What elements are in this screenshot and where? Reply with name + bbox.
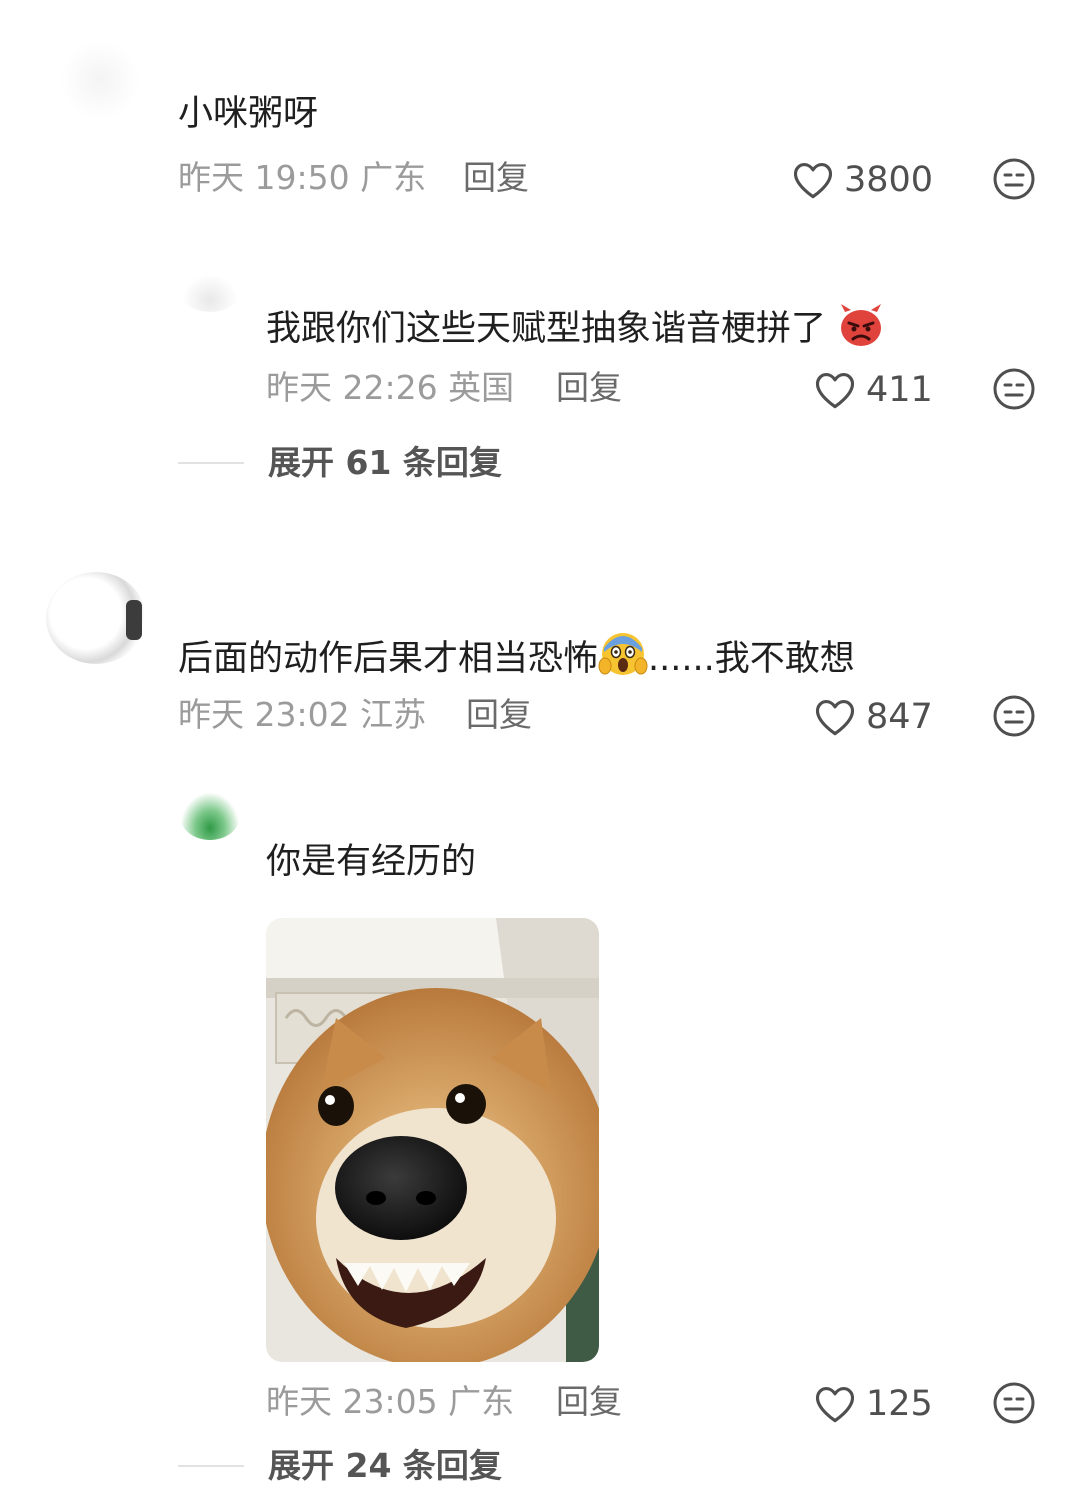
dislike-face-icon[interactable] — [992, 1381, 1036, 1425]
like-count: 847 — [866, 697, 933, 737]
avatar-accent — [126, 600, 142, 640]
grinning-dog-photo[interactable] — [266, 918, 599, 1362]
comment-time: 昨天 19:50 — [178, 158, 350, 197]
comment-text: 小咪粥呀 — [178, 94, 319, 134]
comment-text-tail: ......我不敢想 — [648, 639, 855, 679]
comment-text: 后面的动作后果才相当恐怖 — [178, 639, 599, 679]
heart-icon — [815, 700, 855, 736]
comment-location: 广东 — [448, 1382, 515, 1421]
like-count: 411 — [866, 370, 933, 410]
expand-replies-button[interactable]: 展开 61 条回复 — [178, 443, 502, 483]
dislike-face-icon[interactable] — [992, 157, 1036, 201]
comment-meta: 昨天 19:50 广东 — [178, 158, 426, 198]
avatar[interactable] — [180, 792, 240, 840]
comment-location: 英国 — [448, 368, 515, 407]
avatar[interactable] — [60, 40, 140, 120]
like-count: 125 — [866, 1384, 933, 1424]
dislike-face-icon[interactable] — [992, 367, 1036, 411]
divider — [178, 1465, 244, 1467]
expand-replies-label: 展开 24 条回复 — [268, 1446, 502, 1485]
screaming-face-emoji — [598, 633, 648, 675]
comment-location: 江苏 — [360, 695, 427, 734]
comment-time: 昨天 23:05 — [266, 1382, 438, 1421]
like-button[interactable]: 847 — [814, 697, 933, 737]
comment-time: 昨天 23:02 — [178, 695, 350, 734]
angry-devil-emoji — [841, 304, 882, 346]
like-button[interactable]: 125 — [814, 1384, 933, 1424]
comment-location: 广东 — [360, 158, 427, 197]
comment-meta: 昨天 23:02 江苏 — [178, 695, 426, 735]
heart-icon — [815, 373, 855, 409]
expand-replies-button[interactable]: 展开 24 条回复 — [178, 1446, 502, 1486]
heart-icon — [793, 163, 833, 199]
reply-button[interactable]: 回复 — [463, 158, 529, 198]
divider — [178, 462, 244, 464]
expand-replies-label: 展开 61 条回复 — [268, 443, 502, 482]
like-count: 3800 — [844, 160, 934, 200]
comment-meta: 昨天 23:05 广东 — [266, 1382, 514, 1422]
comment-text: 我跟你们这些天赋型抽象谐音梗拼了 — [266, 309, 827, 349]
like-button[interactable]: 411 — [814, 370, 933, 410]
like-button[interactable]: 3800 — [792, 160, 933, 200]
avatar[interactable] — [180, 272, 240, 312]
reply-button[interactable]: 回复 — [466, 695, 532, 735]
reply-button[interactable]: 回复 — [556, 1382, 622, 1422]
comment-meta: 昨天 22:26 英国 — [266, 368, 514, 408]
comment-text-row: 我跟你们这些天赋型抽象谐音梗拼了 — [266, 302, 885, 351]
dislike-face-icon[interactable] — [992, 694, 1036, 738]
comment-text: 你是有经历的 — [266, 842, 477, 882]
comment-text-row: 后面的动作后果才相当恐怖 ......我不敢想 — [178, 630, 855, 681]
reply-button[interactable]: 回复 — [556, 368, 622, 408]
comment-time: 昨天 22:26 — [266, 368, 438, 407]
heart-icon — [815, 1387, 855, 1423]
